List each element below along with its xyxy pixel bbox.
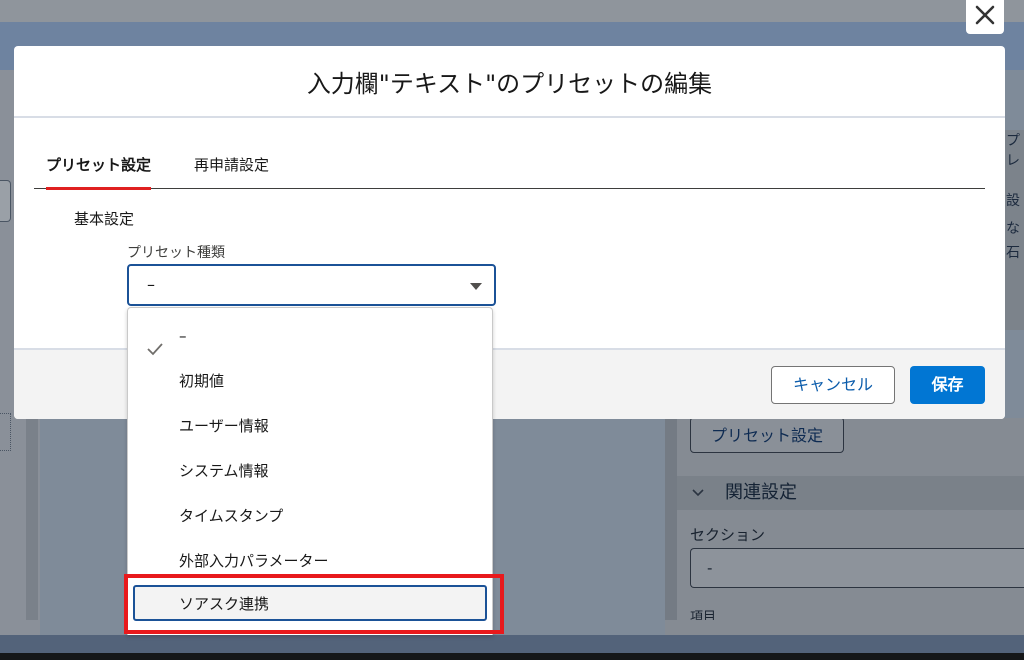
cancel-button[interactable]: キャンセル bbox=[771, 366, 895, 404]
backdrop-edge-fragment: 石 bbox=[1006, 245, 1020, 261]
dropdown-option-label: – bbox=[179, 327, 187, 345]
dropdown-option[interactable]: 初期値 bbox=[128, 359, 492, 404]
dropdown-option-label: 初期値 bbox=[179, 372, 225, 390]
dropdown-option[interactable]: – bbox=[128, 314, 492, 359]
save-button[interactable]: 保存 bbox=[910, 366, 985, 404]
preset-type-value: – bbox=[147, 275, 155, 294]
preset-type-label: プリセット種類 bbox=[127, 245, 225, 261]
close-button[interactable] bbox=[966, 0, 1004, 34]
backdrop-right-column bbox=[665, 418, 677, 620]
modal-header: 入力欄"テキスト"のプリセットの編集 bbox=[14, 46, 1005, 118]
backdrop-section-select: - bbox=[690, 548, 1024, 588]
backdrop-bottom-bar bbox=[0, 635, 1024, 660]
modal-title: 入力欄"テキスト"のプリセットの編集 bbox=[306, 69, 713, 98]
dropdown-option[interactable]: システム情報 bbox=[128, 449, 492, 494]
backdrop-bottom-strip bbox=[0, 635, 1024, 653]
backdrop-left-column bbox=[26, 418, 38, 620]
dropdown-option-label: タイムスタンプ bbox=[179, 507, 284, 525]
chevron-down-icon bbox=[691, 476, 705, 523]
backdrop-item-label: 項目 bbox=[690, 610, 717, 620]
backdrop-preset-settings-button: プリセット設定 bbox=[690, 417, 844, 453]
dropdown-option[interactable]: タイムスタンプ bbox=[128, 494, 492, 539]
tab-label: プリセット設定 bbox=[46, 156, 152, 174]
highlight-annotation-box bbox=[124, 574, 504, 634]
backdrop-section-label: セクション bbox=[690, 526, 766, 544]
backdrop-edge-fragment: 設 bbox=[1006, 193, 1020, 209]
chevron-down-icon bbox=[470, 283, 482, 290]
close-icon bbox=[974, 4, 996, 30]
tab-resubmit-settings[interactable]: 再申請設定 bbox=[194, 148, 269, 188]
tab-bar: プリセット設定 再申請設定 bbox=[34, 148, 985, 190]
preset-type-select[interactable]: – bbox=[127, 264, 496, 306]
section-title: 基本設定 bbox=[74, 210, 135, 228]
backdrop-top bbox=[0, 0, 1024, 22]
backdrop-related-settings-label: 関連設定 bbox=[725, 482, 797, 503]
dropdown-option[interactable]: ユーザー情報 bbox=[128, 404, 492, 449]
backdrop-left-dotted-field bbox=[0, 413, 11, 451]
backdrop-left-control bbox=[0, 180, 11, 222]
backdrop-related-settings-header: 関連設定 bbox=[677, 476, 1024, 510]
dropdown-option-label: ユーザー情報 bbox=[179, 417, 269, 435]
backdrop-edge-fragment: な bbox=[1006, 221, 1020, 237]
tab-label: 再申請設定 bbox=[194, 156, 270, 174]
backdrop-edge-fragment: プレ bbox=[1006, 133, 1020, 169]
backdrop-right-edge-text: プレ 設 な 石 bbox=[1004, 130, 1024, 330]
dropdown-option-label: システム情報 bbox=[179, 462, 269, 480]
tab-preset-settings[interactable]: プリセット設定 bbox=[46, 148, 152, 190]
